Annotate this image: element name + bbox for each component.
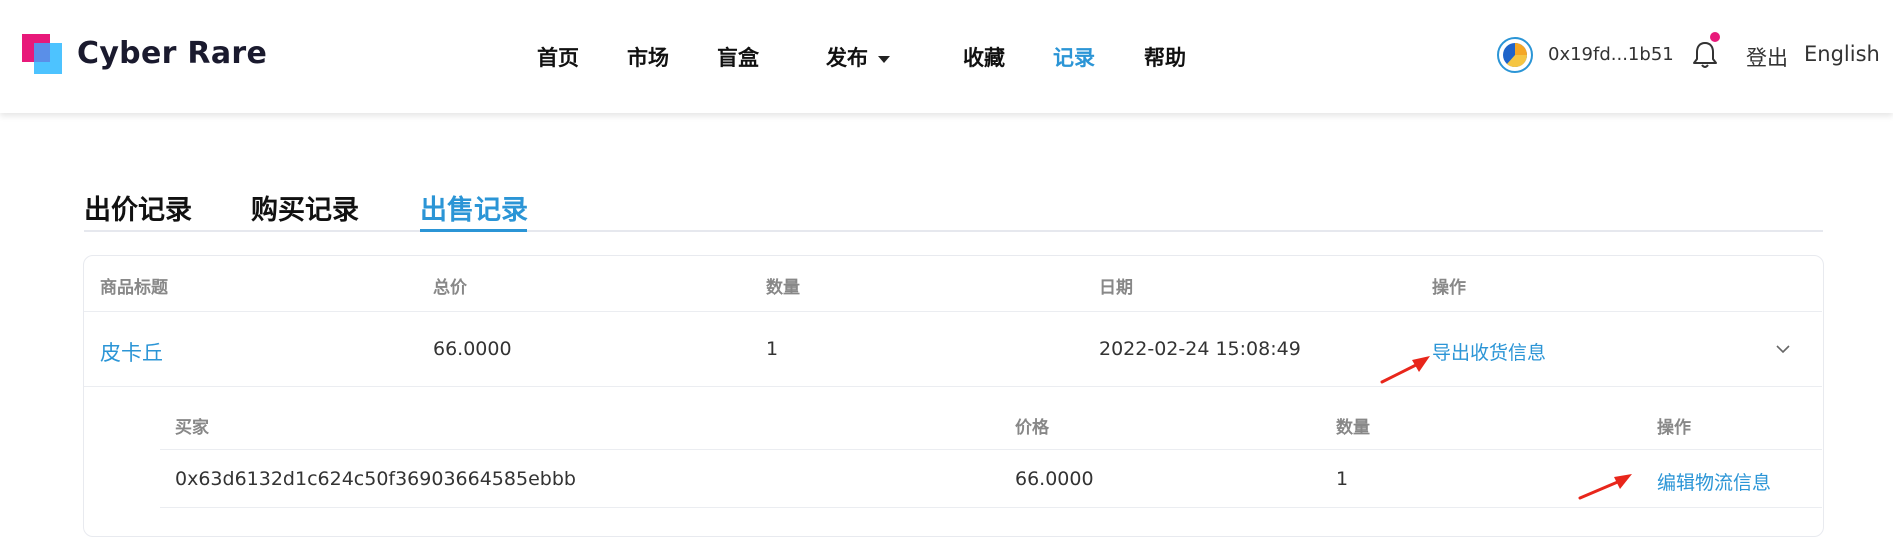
nav-help[interactable]: 帮助 <box>1144 42 1186 72</box>
detail-header-separator <box>160 449 1822 450</box>
nav-market[interactable]: 市场 <box>627 42 669 72</box>
detail-row-separator <box>160 507 1822 508</box>
nav-publish-label: 发布 <box>826 46 868 70</box>
wallet-avatar-icon[interactable] <box>1497 37 1533 73</box>
detail-price: 66.0000 <box>1015 468 1094 490</box>
total-price: 66.0000 <box>433 338 512 360</box>
chevron-down-icon[interactable] <box>1774 340 1792 358</box>
logout-link[interactable]: 登出 <box>1746 42 1788 72</box>
detail-header-action: 操作 <box>1657 418 1691 438</box>
quantity: 1 <box>766 338 779 360</box>
header-separator <box>84 311 1822 312</box>
sale-date: 2022-02-24 15:08:49 <box>1099 338 1301 360</box>
annotation-arrow-icon <box>1578 474 1632 500</box>
detail-header-quantity: 数量 <box>1336 418 1370 438</box>
nav-records[interactable]: 记录 <box>1053 42 1095 72</box>
annotation-arrow-icon <box>1380 356 1430 384</box>
active-tab-indicator <box>420 229 527 232</box>
tab-bid-records[interactable]: 出价记录 <box>84 188 192 227</box>
detail-header-buyer: 买家 <box>175 418 209 438</box>
brand-name[interactable]: Cyber Rare <box>77 36 267 71</box>
notification-bell-icon[interactable] <box>1692 38 1718 70</box>
column-header-total: 总价 <box>433 278 467 298</box>
language-switch[interactable]: English <box>1804 42 1880 66</box>
cyber-rare-logo-icon[interactable] <box>22 34 62 74</box>
nav-home[interactable]: 首页 <box>537 42 579 72</box>
tab-purchase-records[interactable]: 购买记录 <box>251 188 359 227</box>
notification-dot <box>1710 32 1720 42</box>
column-header-quantity: 数量 <box>766 278 800 298</box>
tab-divider <box>84 230 1823 232</box>
tab-sales-records[interactable]: 出售记录 <box>420 188 528 227</box>
detail-quantity: 1 <box>1336 468 1349 490</box>
edit-logistics-info-link[interactable]: 编辑物流信息 <box>1657 468 1771 495</box>
wallet-address[interactable]: 0x19fd...1b51 <box>1548 44 1674 65</box>
nav-publish[interactable]: 发布 <box>826 42 890 72</box>
column-header-date: 日期 <box>1099 278 1133 298</box>
export-shipping-info-link[interactable]: 导出收货信息 <box>1432 338 1546 365</box>
nav-favorites[interactable]: 收藏 <box>963 42 1005 72</box>
expanded-detail-panel <box>84 387 1822 527</box>
column-header-action: 操作 <box>1432 278 1466 298</box>
top-nav-bar: Cyber Rare 首页 市场 盲盒 发布 收藏 记录 帮助 0x19fd..… <box>0 0 1893 113</box>
buyer-address: 0x63d6132d1c624c50f36903664585ebbb <box>175 468 576 490</box>
nav-blind-box[interactable]: 盲盒 <box>717 42 759 72</box>
detail-header-price: 价格 <box>1015 418 1049 438</box>
caret-down-icon <box>878 55 890 63</box>
product-title-link[interactable]: 皮卡丘 <box>100 337 163 367</box>
column-header-title: 商品标题 <box>100 278 168 298</box>
